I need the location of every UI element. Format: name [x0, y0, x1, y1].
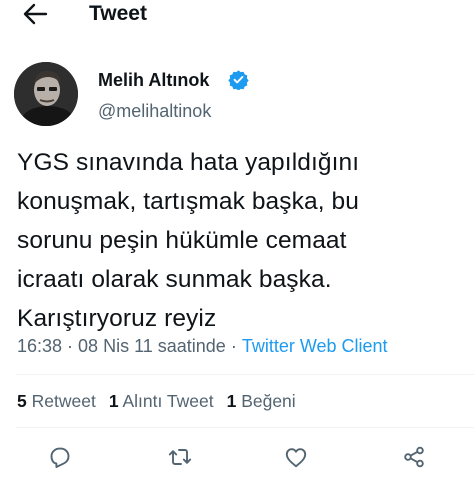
divider — [16, 374, 474, 375]
retweets-label: Retweet — [31, 391, 96, 411]
back-button[interactable] — [22, 2, 48, 26]
tweet-line: icraatı olarak sunmak başka. — [17, 266, 332, 293]
meta-separator: · — [67, 336, 74, 356]
quotes-label: Alıntı Tweet — [122, 391, 214, 411]
divider — [16, 427, 474, 428]
share-button[interactable] — [399, 442, 429, 472]
likes-count: 1 — [226, 391, 237, 411]
retweets-count: 5 — [17, 391, 27, 411]
tweet-line: YGS sınavında hata yapıldığını — [17, 149, 360, 176]
tweet-date[interactable]: 08 Nis 11 saatinde — [78, 336, 226, 356]
tweet-line: sorunu peşin hükümle cemaat — [17, 227, 347, 254]
reply-button[interactable] — [45, 442, 75, 472]
quotes-count: 1 — [108, 391, 119, 411]
quotes-stat[interactable]: 1 Alıntı Tweet — [109, 390, 214, 412]
tweet-time[interactable]: 16:38 — [17, 336, 62, 356]
tweet-line: Karıştıryoruz reyiz — [17, 305, 217, 332]
author-handle[interactable]: @melihaltinok — [98, 100, 211, 122]
likes-label: Beğeni — [241, 391, 296, 411]
top-bar: Tweet — [0, 0, 474, 28]
tweet-line: konuşmak, tartışmak başka, bu — [17, 188, 359, 215]
retweets-stat[interactable]: 5 Retweet — [17, 390, 96, 412]
tweet-stats: 5 Retweet 1 Alıntı Tweet 1 Beğeni — [17, 390, 309, 412]
like-icon — [285, 448, 307, 468]
meta-separator: · — [230, 336, 237, 356]
avatar-image — [14, 62, 78, 126]
arrow-left-icon — [23, 3, 48, 25]
tweet-meta: 16:38 · 08 Nis 11 saatinde · Twitter Web Cli… — [17, 335, 388, 357]
tweet-text: YGS sınavında hata yapıldığını konuşmak,… — [17, 143, 467, 338]
retweet-icon — [168, 449, 192, 465]
like-button[interactable] — [281, 442, 311, 472]
reply-icon — [50, 447, 70, 468]
verified-badge-icon — [228, 69, 249, 91]
share-icon — [404, 446, 424, 468]
page-title: Tweet — [89, 2, 147, 25]
likes-stat[interactable]: 1 Beğeni — [227, 390, 296, 412]
avatar[interactable] — [14, 62, 78, 126]
more-options-icon[interactable] — [437, 74, 459, 96]
author-name[interactable]: Melih Altınok — [98, 69, 209, 91]
tweet-client-link[interactable]: Twitter Web Client — [242, 336, 388, 356]
retweet-button[interactable] — [165, 442, 195, 472]
